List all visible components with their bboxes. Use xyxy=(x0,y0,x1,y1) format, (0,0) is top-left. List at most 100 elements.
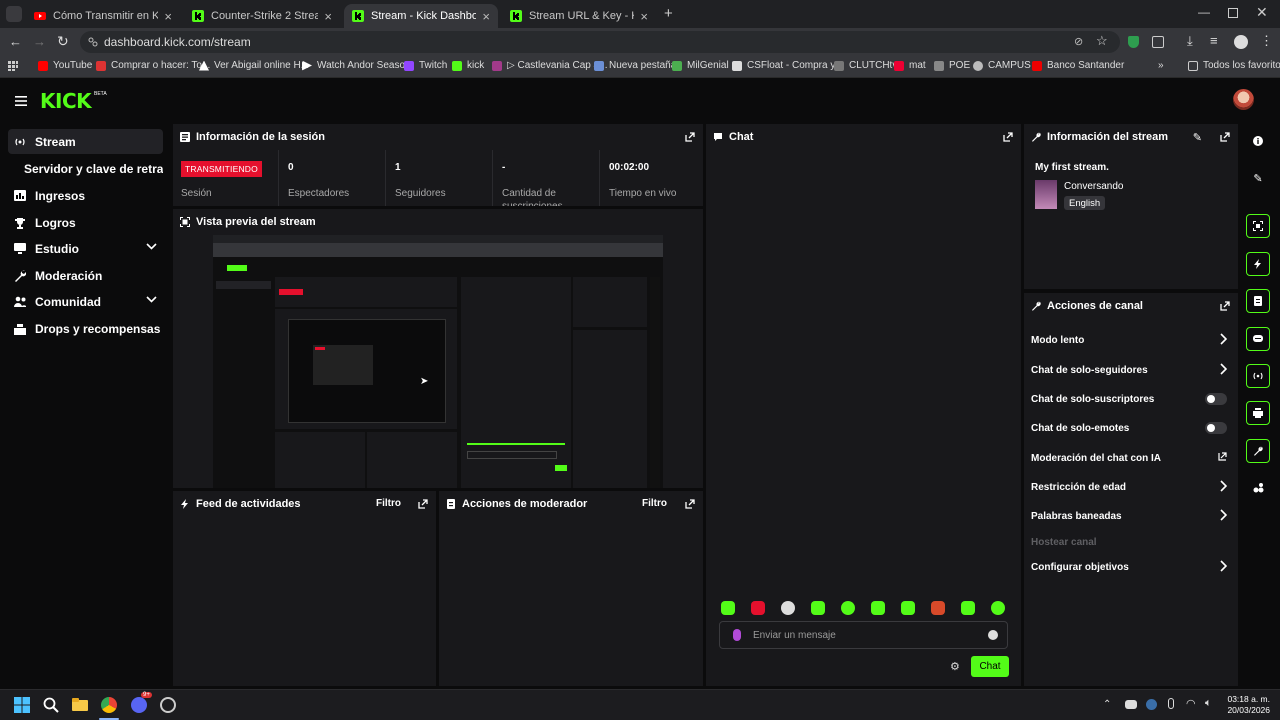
hamburger-menu-icon[interactable] xyxy=(15,96,27,106)
action-ai-moderation[interactable]: Moderación del chat con IA xyxy=(1031,449,1231,467)
discord-tray-icon[interactable] xyxy=(1125,700,1137,709)
bookmark-twitch[interactable]: Twitch xyxy=(404,60,447,71)
tray-overflow-icon[interactable]: ⌃ xyxy=(1103,699,1111,710)
eye-off-icon[interactable]: ⊘ xyxy=(1074,35,1083,48)
rail-community-icon[interactable] xyxy=(1246,476,1270,500)
subscribers-only-toggle[interactable] xyxy=(1205,393,1227,405)
back-icon[interactable]: ← xyxy=(9,34,22,49)
action-banned-words[interactable]: Palabras baneadas xyxy=(1031,507,1231,525)
expand-icon[interactable] xyxy=(685,132,695,142)
expand-icon[interactable] xyxy=(685,499,695,509)
action-age-restriction[interactable]: Restricción de edad xyxy=(1031,478,1231,496)
emote-icon[interactable] xyxy=(961,601,975,615)
close-icon[interactable]: × xyxy=(640,9,648,24)
rail-info-icon[interactable] xyxy=(1246,129,1270,153)
file-explorer-icon[interactable] xyxy=(72,697,88,713)
emote-icon[interactable] xyxy=(721,601,735,615)
bookmark-castlevania[interactable]: ▷ Castlevania Cap 4... xyxy=(492,60,608,71)
microphone-icon[interactable] xyxy=(733,629,741,641)
bookmark-3[interactable]: Ver Abigail online H... xyxy=(199,60,309,71)
action-followers-only[interactable]: Chat de solo-seguidores xyxy=(1031,361,1231,379)
maximize-button[interactable] xyxy=(1228,8,1238,18)
sidebar-item-drops[interactable]: Drops y recompensas xyxy=(8,316,163,341)
new-tab-button[interactable]: + xyxy=(664,5,673,22)
chat-settings-icon[interactable]: ⚙ xyxy=(950,660,960,673)
emote-icon[interactable] xyxy=(901,601,915,615)
windows-start-icon[interactable] xyxy=(14,697,30,713)
forward-icon[interactable]: → xyxy=(33,34,46,49)
rail-broadcast-icon[interactable] xyxy=(1246,364,1270,388)
discord-icon[interactable] xyxy=(131,697,147,713)
chevron-down-icon[interactable] xyxy=(146,243,157,250)
bookmark-campus[interactable]: CAMPUS xyxy=(973,60,1031,71)
chat-message-input[interactable]: Enviar un mensaje xyxy=(719,621,1008,649)
close-icon[interactable]: × xyxy=(482,9,490,24)
filter-button[interactable]: Filtro xyxy=(376,498,401,509)
bookmarks-overflow-icon[interactable]: » xyxy=(1158,60,1164,71)
bookmark-santander[interactable]: Banco Santander xyxy=(1032,60,1124,71)
browser-tab-4[interactable]: Stream URL & Key - Kick Dashb × xyxy=(502,4,656,28)
sidebar-item-stream[interactable]: Stream xyxy=(8,129,163,154)
bookmark-csfloat[interactable]: CSFloat - Compra y... xyxy=(732,60,843,71)
filter-button[interactable]: Filtro xyxy=(642,498,667,509)
bookmark-nueva-pestana[interactable]: Nueva pestaña xyxy=(594,60,676,71)
sidebar-item-estudio[interactable]: Estudio xyxy=(8,236,163,261)
bookmark-2[interactable]: Comprar o hacer: To... xyxy=(96,60,210,71)
extensions-icon[interactable] xyxy=(1152,36,1164,48)
search-icon[interactable] xyxy=(43,697,59,713)
bookmark-4[interactable]: Watch Andor Seaso... xyxy=(302,60,413,71)
close-icon[interactable]: × xyxy=(164,9,172,24)
emote-icon[interactable] xyxy=(931,601,945,615)
browser-tab-2[interactable]: Counter-Strike 2 Streaming - Li × xyxy=(184,4,340,28)
volume-icon[interactable]: 🔈︎ xyxy=(1205,697,1212,710)
sidebar-item-server-key[interactable]: Servidor y clave de retransmisión xyxy=(8,156,163,181)
all-bookmarks[interactable]: Todos los favoritos xyxy=(1188,60,1280,71)
bookmark-poe[interactable]: POE xyxy=(934,60,970,71)
site-info-icon[interactable] xyxy=(88,37,98,47)
expand-icon[interactable] xyxy=(1220,132,1230,142)
emote-icon[interactable] xyxy=(871,601,885,615)
emote-icon[interactable] xyxy=(811,601,825,615)
close-window-button[interactable]: ✕ xyxy=(1256,4,1268,21)
bookmark-star-icon[interactable]: ☆ xyxy=(1096,33,1108,49)
rail-document-icon[interactable] xyxy=(1246,289,1270,313)
profile-avatar[interactable] xyxy=(1234,35,1248,49)
rail-edit-icon[interactable]: ✎ xyxy=(1246,166,1270,190)
emote-icon[interactable] xyxy=(991,601,1005,615)
steam-icon[interactable] xyxy=(1146,699,1157,710)
clock[interactable]: 03:18 a. m. 20/03/2026 xyxy=(1226,694,1270,716)
rail-wrench-icon[interactable] xyxy=(1246,439,1270,463)
bookmark-clutchtv[interactable]: CLUTCHtv xyxy=(834,60,897,71)
expand-icon[interactable] xyxy=(1220,301,1230,311)
download-icon[interactable]: ⤓ xyxy=(1187,33,1193,49)
sidebar-item-logros[interactable]: Logros xyxy=(8,210,163,235)
menu-icon[interactable]: ⋮ xyxy=(1260,33,1273,49)
user-avatar[interactable] xyxy=(1233,89,1254,110)
sidebar-item-comunidad[interactable]: Comunidad xyxy=(8,289,163,314)
emote-icon[interactable] xyxy=(841,601,855,615)
rail-printer-icon[interactable] xyxy=(1246,401,1270,425)
browser-tab-3[interactable]: Stream - Kick Dashboard × xyxy=(344,4,498,28)
emote-icon[interactable] xyxy=(781,601,795,615)
bookmark-mat[interactable]: mat xyxy=(894,60,926,71)
chrome-icon[interactable] xyxy=(101,697,117,713)
edit-icon[interactable]: ✎ xyxy=(1193,131,1202,144)
bookmark-kick[interactable]: kick xyxy=(452,60,484,71)
emotes-only-toggle[interactable] xyxy=(1205,422,1227,434)
stream-preview-video[interactable]: ➤ xyxy=(213,235,663,488)
emoji-icon[interactable] xyxy=(988,630,998,640)
rail-lightning-icon[interactable] xyxy=(1246,252,1270,276)
expand-icon[interactable] xyxy=(1003,132,1013,142)
browser-tab-1[interactable]: Cómo Transmitir en Kick Con OBS × xyxy=(26,4,180,28)
microphone-icon[interactable] xyxy=(1168,698,1174,709)
sidebar-item-moderacion[interactable]: Moderación xyxy=(8,263,163,288)
kick-logo[interactable]: KICK xyxy=(40,89,92,113)
bookmark-youtube[interactable]: YouTube xyxy=(38,60,92,71)
chevron-down-icon[interactable] xyxy=(146,296,157,303)
wifi-icon[interactable]: ◠ xyxy=(1186,697,1196,710)
minimize-button[interactable]: — xyxy=(1198,5,1210,19)
apps-icon[interactable] xyxy=(8,61,18,71)
rail-preview-icon[interactable] xyxy=(1246,214,1270,238)
address-input[interactable]: dashboard.kick.com/stream ⊘ ☆ xyxy=(80,31,1120,53)
rail-chat-icon[interactable] xyxy=(1246,327,1270,351)
